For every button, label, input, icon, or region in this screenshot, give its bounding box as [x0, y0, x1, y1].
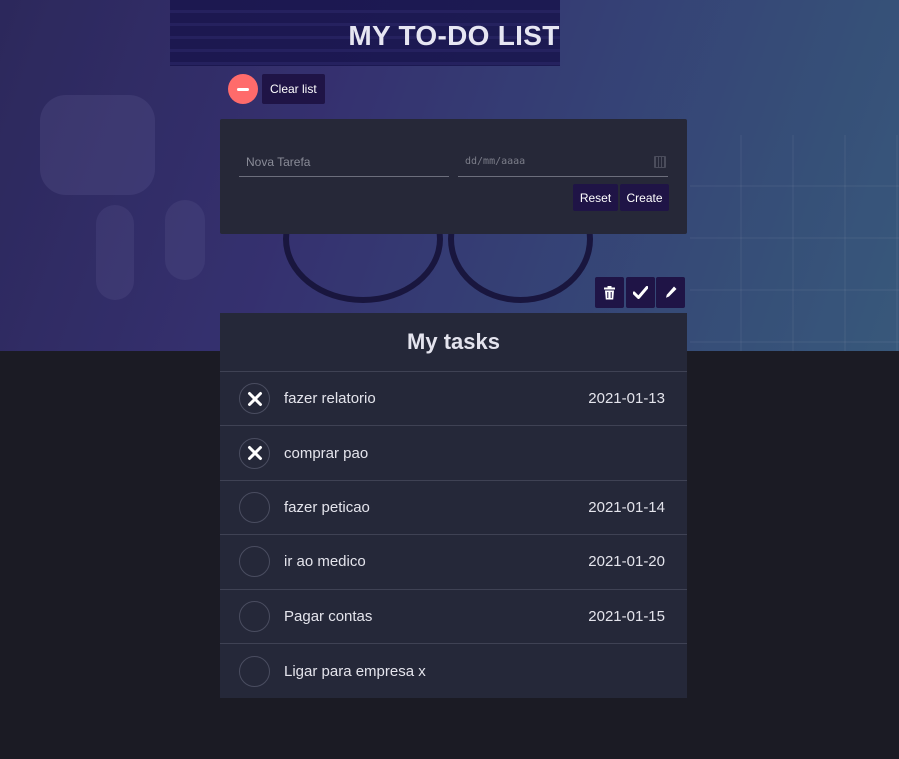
clear-list-button[interactable]: Clear list: [262, 74, 325, 104]
calendar-icon[interactable]: [654, 156, 666, 168]
task-date: 2021-01-14: [588, 498, 665, 516]
task-list-title: My tasks: [220, 313, 687, 372]
task-name-input[interactable]: Nova Tarefa: [239, 147, 449, 177]
task-toggle[interactable]: [239, 546, 270, 578]
complete-button[interactable]: [626, 277, 655, 308]
task-toggle[interactable]: [239, 600, 270, 632]
check-icon: [633, 286, 648, 299]
task-name: ir ao medico: [284, 553, 366, 571]
trash-icon: [604, 285, 615, 299]
page-title: MY TO-DO LIST: [348, 20, 560, 51]
close-icon: [247, 446, 262, 461]
task-name: Ligar para empresa x: [284, 662, 426, 680]
task-date-input[interactable]: dd/mm/aaaa: [458, 147, 668, 177]
task-name: Pagar contas: [284, 607, 373, 625]
task-name: fazer relatorio: [284, 390, 376, 408]
close-icon: [247, 391, 262, 406]
task-row[interactable]: fazer relatorio 2021-01-13: [220, 372, 687, 427]
task-date: 2021-01-15: [588, 607, 665, 625]
task-toggle[interactable]: [239, 655, 270, 687]
task-name: comprar pao: [284, 444, 369, 462]
task-row[interactable]: comprar pao: [220, 426, 687, 481]
task-name: fazer peticao: [284, 498, 370, 516]
task-list-card: My tasks fazer relatorio 2021-01-13 compra…: [220, 313, 687, 698]
create-button[interactable]: Create: [620, 184, 669, 211]
reset-button[interactable]: Reset: [573, 184, 618, 211]
task-list: fazer relatorio 2021-01-13 comprar pao faze…: [220, 372, 687, 698]
task-date: 2021-01-13: [588, 390, 665, 408]
minus-icon[interactable]: [228, 74, 258, 104]
clear-list-control: Clear list: [228, 74, 325, 104]
task-row[interactable]: fazer peticao 2021-01-14: [220, 481, 687, 536]
new-task-form: Nova Tarefa dd/mm/aaaa Reset Create: [220, 119, 687, 234]
delete-button[interactable]: [595, 277, 624, 308]
task-done-toggle[interactable]: [239, 383, 270, 415]
task-done-toggle[interactable]: [239, 437, 270, 469]
task-row[interactable]: Pagar contas 2021-01-15: [220, 590, 687, 644]
pencil-icon: [665, 286, 676, 298]
task-row[interactable]: Ligar para empresa x: [220, 644, 687, 698]
edit-button[interactable]: [656, 277, 685, 308]
date-placeholder: dd/mm/aaaa: [465, 156, 526, 167]
task-row[interactable]: ir ao medico 2021-01-20: [220, 535, 687, 590]
task-toggle[interactable]: [239, 491, 270, 523]
task-date: 2021-01-20: [588, 553, 665, 571]
